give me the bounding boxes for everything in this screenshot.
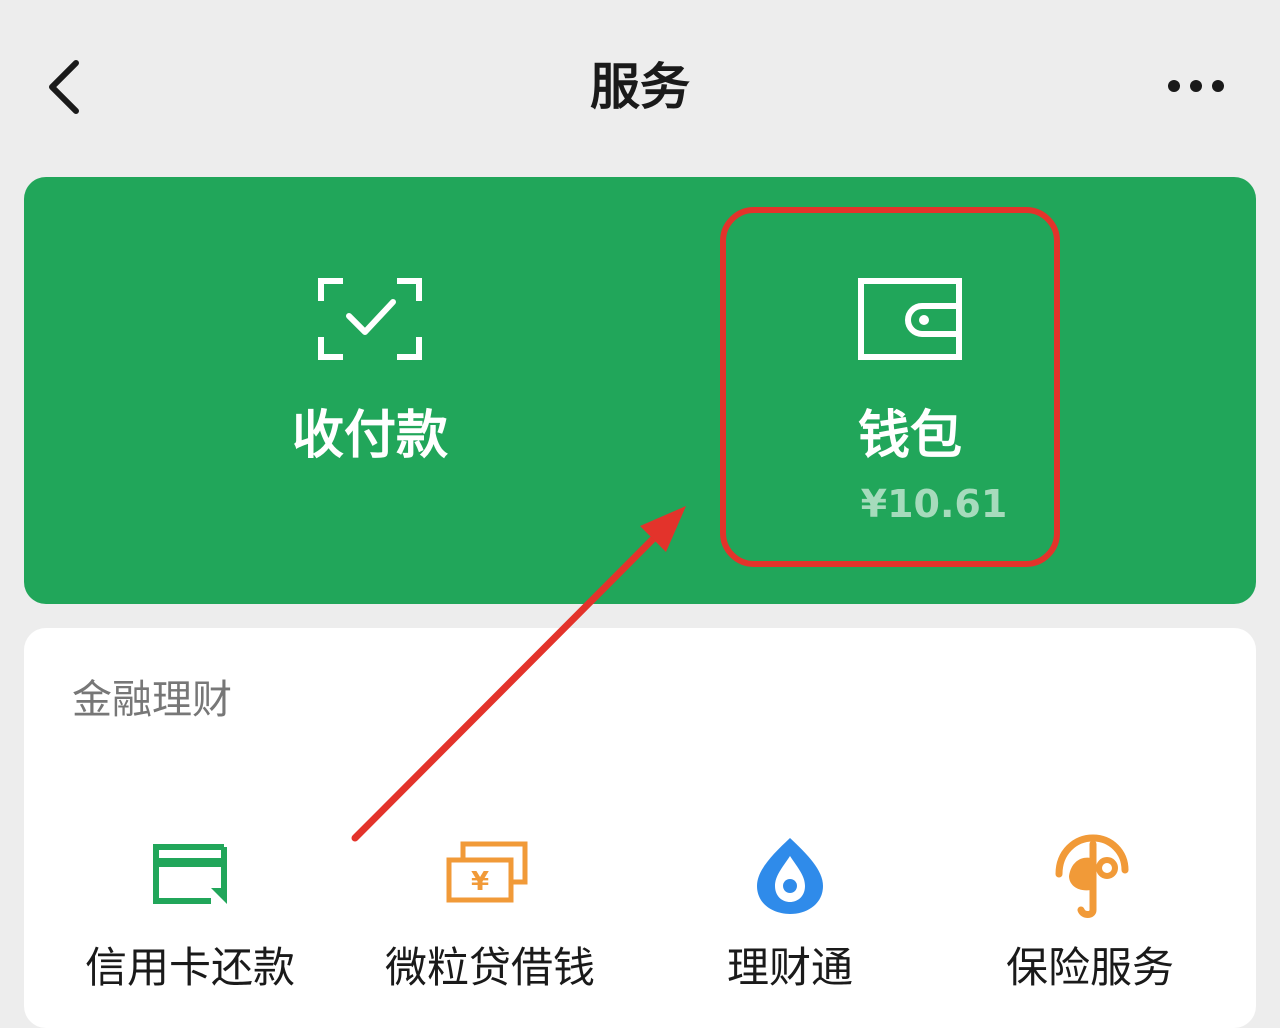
wallet-button[interactable]: 钱包 ¥10.61 — [714, 177, 1256, 604]
service-credit-card-repay[interactable]: 信用卡还款 — [40, 808, 340, 1028]
service-label: 信用卡还款 — [84, 943, 295, 992]
section-title: 金融理财 — [72, 677, 232, 723]
wallet-balance: ¥10.61 — [860, 482, 1008, 526]
insurance-umbrella-icon — [1055, 834, 1129, 918]
pay-receive-label: 收付款 — [292, 406, 449, 466]
scan-check-icon — [318, 278, 422, 360]
service-label: 微粒贷借钱 — [384, 943, 595, 992]
wealth-drop-icon — [757, 838, 823, 914]
service-weilidai-loan[interactable]: ¥ 微粒贷借钱 — [340, 808, 640, 1028]
svg-text:¥: ¥ — [471, 867, 489, 897]
wallet-label: 钱包 — [858, 406, 963, 466]
chevron-left-icon — [49, 60, 79, 114]
finance-section: 金融理财 信用卡还款 ¥ 微粒贷借钱 理财通 保险服务 — [24, 628, 1256, 1028]
service-label: 理财通 — [726, 943, 853, 992]
page-title: 服务 — [590, 58, 690, 116]
more-button[interactable] — [1160, 68, 1232, 104]
payment-card: 收付款 钱包 ¥10.61 — [24, 177, 1256, 604]
back-button[interactable] — [40, 55, 100, 119]
wallet-icon — [858, 278, 962, 360]
nav-bar: 服务 — [0, 0, 1280, 176]
service-licaitong[interactable]: 理财通 — [640, 808, 940, 1028]
yuan-banknote-icon: ¥ — [446, 841, 528, 903]
service-label: 保险服务 — [1005, 943, 1174, 992]
credit-card-repay-icon — [153, 844, 227, 904]
more-dots-icon — [1168, 80, 1224, 92]
service-insurance[interactable]: 保险服务 — [940, 808, 1240, 1028]
pay-receive-button[interactable]: 收付款 — [24, 177, 714, 604]
